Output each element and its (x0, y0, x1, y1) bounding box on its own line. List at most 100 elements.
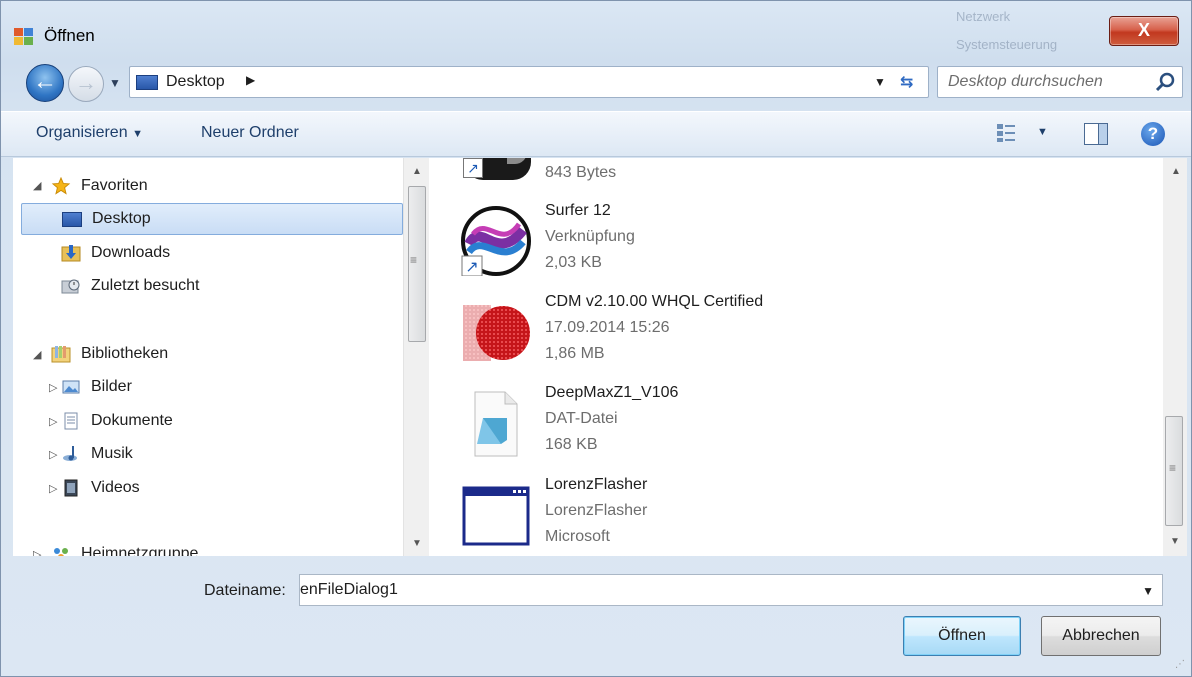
refresh-icon[interactable]: ⇆ (900, 72, 913, 92)
tree-music[interactable]: Musik (61, 438, 133, 470)
chevron-down-icon: ▼ (109, 76, 121, 90)
tree-downloads[interactable]: Downloads (61, 237, 170, 269)
resize-grip-icon[interactable]: ⋰ (1175, 659, 1185, 670)
tree-label: Desktop (92, 210, 151, 227)
tree-favorites[interactable]: Favoriten (51, 170, 391, 202)
surfer-shortcut-icon: ↗ (461, 206, 531, 276)
tree-libraries[interactable]: Bibliotheken (51, 338, 168, 370)
list-item[interactable]: LorenzFlasher LorenzFlasher Microsoft (461, 476, 1141, 556)
scroll-up-icon[interactable]: ▲ (412, 166, 422, 177)
svg-text:↗: ↗ (465, 259, 478, 276)
expand-collapse-icon[interactable]: ◢ (33, 348, 41, 361)
forward-arrow-icon: → (75, 70, 97, 95)
file-company: Microsoft (545, 528, 610, 545)
expand-icon[interactable]: ▷ (49, 482, 57, 495)
organize-button[interactable]: Organisieren ▼ (36, 124, 143, 142)
list-item[interactable]: ↗ 843 Bytes (461, 158, 1141, 200)
file-description: LorenzFlasher (545, 502, 648, 519)
filename-label: Dateiname: (204, 582, 286, 599)
desktop-icon (62, 211, 82, 227)
close-button[interactable]: X (1109, 16, 1179, 46)
tree-recent-places[interactable]: Zuletzt besucht (61, 270, 200, 302)
downloads-folder-icon (61, 245, 81, 262)
close-icon: X (1137, 20, 1150, 40)
scroll-down-icon[interactable]: ▼ (412, 538, 422, 549)
filename-input[interactable]: enFileDialog1 (300, 581, 398, 599)
recent-places-icon (61, 279, 80, 294)
breadcrumb-desktop[interactable]: Desktop (166, 73, 225, 91)
open-button[interactable]: Öffnen (903, 616, 1021, 656)
scroll-up-icon[interactable]: ▲ (1171, 166, 1181, 177)
navigation-pane-scrollbar[interactable]: ▲ ≡ ▼ (403, 158, 429, 556)
tree-documents[interactable]: Dokumente (61, 405, 173, 437)
help-icon[interactable]: ? (1141, 122, 1165, 146)
search-icon[interactable] (1154, 71, 1176, 93)
view-options-dropdown-icon[interactable]: ▼ (1037, 126, 1048, 138)
file-size: 843 Bytes (545, 164, 617, 181)
music-icon (63, 446, 77, 461)
address-dropdown-icon[interactable]: ▼ (874, 75, 886, 89)
application-window-icon (462, 486, 530, 546)
view-options-icon[interactable] (996, 123, 1016, 143)
shortcut-app-icon: ↗ (461, 158, 531, 184)
videos-icon (64, 479, 78, 497)
expand-icon[interactable]: ▷ (49, 415, 57, 428)
back-button[interactable]: ← (26, 64, 64, 102)
file-name: DeepMaxZ1_V106 (545, 384, 679, 401)
file-size: 2,03 KB (545, 254, 602, 271)
new-folder-button[interactable]: Neuer Ordner (201, 124, 299, 142)
tree-desktop[interactable]: Desktop (21, 203, 403, 235)
star-icon (51, 177, 71, 195)
breadcrumb-chevron-icon[interactable]: ▶ (246, 73, 255, 87)
search-box[interactable]: Desktop durchsuchen (937, 66, 1183, 98)
recent-locations-dropdown[interactable]: ▼ (109, 76, 121, 90)
list-item[interactable]: CDM v2.10.00 WHQL Certified 17.09.2014 1… (461, 293, 1141, 383)
desktop-folder-icon (136, 75, 158, 90)
tree-label: Bibliotheken (81, 345, 169, 362)
file-date: 17.09.2014 15:26 (545, 319, 670, 336)
title-bar[interactable]: Öffnen Netzwerk Systemsteuerung X (1, 1, 1191, 61)
tree-label: Zuletzt besucht (91, 277, 200, 294)
open-file-dialog: Öffnen Netzwerk Systemsteuerung X ← → ▼ … (0, 0, 1192, 677)
window-title: Öffnen (44, 26, 95, 45)
expand-icon[interactable]: ▷ (49, 448, 57, 461)
file-type: Verknüpfung (545, 228, 635, 245)
list-item[interactable]: DeepMaxZ1_V106 DAT-Datei 168 KB (461, 384, 1141, 474)
preview-pane-icon[interactable] (1084, 123, 1108, 145)
scroll-down-icon[interactable]: ▼ (1170, 536, 1180, 547)
back-arrow-icon: ← (33, 68, 57, 95)
file-list-scrollbar[interactable]: ▲ ≡ ▼ (1163, 158, 1187, 556)
organize-label: Organisieren (36, 124, 128, 141)
search-input[interactable]: Desktop durchsuchen (948, 73, 1103, 91)
forward-button[interactable]: → (68, 66, 104, 102)
shortcut-arrow-icon: ↗ (463, 158, 483, 178)
chevron-down-icon[interactable]: ▼ (1142, 584, 1154, 598)
tree-label: Bilder (91, 378, 132, 395)
tree-label: Musik (91, 445, 133, 462)
navigation-bar: ← → ▼ Desktop ▶ ▼ ⇆ Desktop durchsuchen (1, 61, 1191, 103)
file-name: Surfer 12 (545, 202, 611, 219)
file-name: LorenzFlasher (545, 476, 648, 493)
tree-homegroup[interactable]: Heimnetzgruppe (51, 538, 198, 556)
app-icon (14, 28, 33, 45)
expand-icon[interactable]: ▷ (33, 548, 41, 556)
tree-pictures[interactable]: Bilder (61, 371, 132, 403)
tree-label: Videos (91, 479, 140, 496)
expand-collapse-icon[interactable]: ◢ (33, 179, 41, 192)
tree-videos[interactable]: Videos (61, 472, 140, 504)
expand-icon[interactable]: ▷ (49, 381, 57, 394)
file-size: 168 KB (545, 436, 598, 453)
list-item[interactable]: ↗ Surfer 12 Verknüpfung 2,03 KB (461, 202, 1141, 292)
pictures-icon (62, 380, 80, 394)
homegroup-icon (54, 548, 68, 556)
libraries-icon (51, 346, 71, 363)
file-name: CDM v2.10.00 WHQL Certified (545, 293, 764, 310)
cdm-installer-icon (463, 305, 530, 361)
address-bar[interactable]: Desktop ▶ ▼ ⇆ (129, 66, 929, 98)
tree-label: Heimnetzgruppe (81, 545, 199, 556)
file-list: ↗ 843 Bytes ↗ Surfer 12 Verknüpfung 2,03… (429, 158, 1163, 556)
filename-combobox[interactable]: enFileDialog1 ▼ (299, 574, 1163, 606)
file-type: DAT-Datei (545, 410, 618, 427)
cancel-button[interactable]: Abbrechen (1041, 616, 1161, 656)
tree-label: Downloads (91, 244, 171, 261)
